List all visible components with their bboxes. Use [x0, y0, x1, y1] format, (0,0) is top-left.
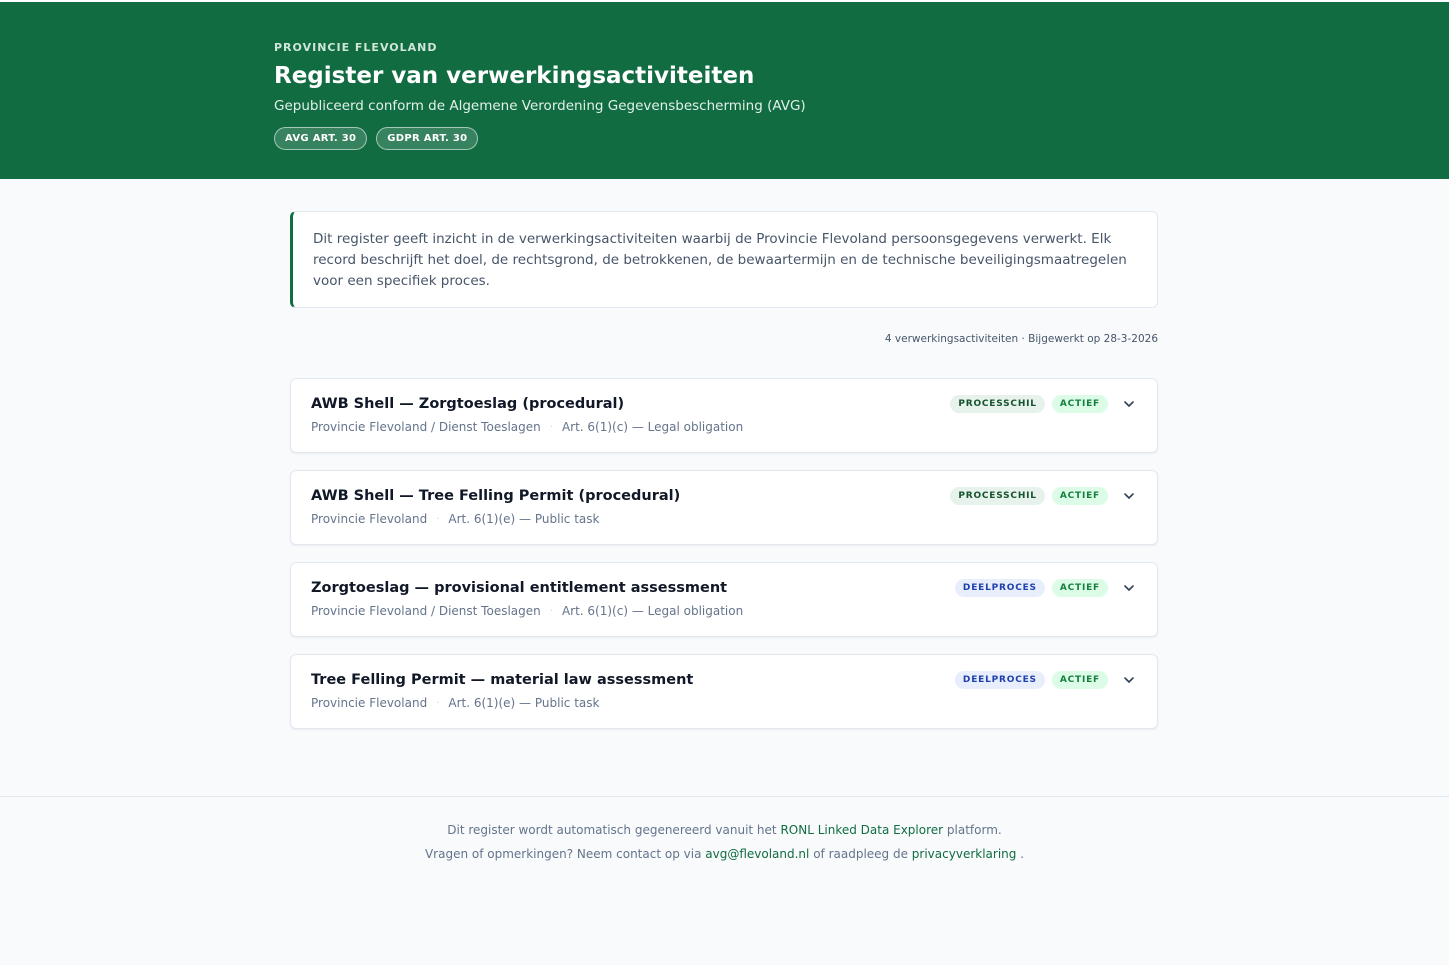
- activity-tags: PROCESSCHIL ACTIEF: [950, 487, 1137, 505]
- activity-title: AWB Shell — Zorgtoeslag (procedural): [311, 396, 625, 412]
- activity-subline: Provincie Flevoland / Dienst Toeslagen ·…: [311, 420, 743, 434]
- page-footer: Dit register wordt automatisch gegeneree…: [0, 796, 1449, 866]
- activity-subline: Provincie Flevoland / Dienst Toeslagen ·…: [311, 604, 743, 618]
- activity-subline: Provincie Flevoland · Art. 6(1)(e) — Pub…: [311, 696, 599, 710]
- header-content: PROVINCIE FLEVOLAND Register van verwerk…: [274, 41, 806, 150]
- organization-label: PROVINCIE FLEVOLAND: [274, 41, 438, 54]
- email-link[interactable]: avg@flevoland.nl: [705, 847, 809, 861]
- activity-organization: Provincie Flevoland: [311, 696, 428, 710]
- status-tag: ACTIEF: [1051, 487, 1108, 505]
- activity-legal-basis: Art. 6(1)(c) — Legal obligation: [561, 604, 744, 618]
- footer-text: of raadpleeg de: [809, 847, 912, 861]
- type-tag: DEELPROCES: [954, 671, 1045, 689]
- activity-tags: DEELPROCES ACTIEF: [954, 671, 1137, 689]
- platform-link[interactable]: RONL Linked Data Explorer: [780, 823, 943, 837]
- type-tag: PROCESSCHIL: [950, 395, 1045, 413]
- activity-legal-basis: Art. 6(1)(e) — Public task: [448, 696, 600, 710]
- activity-card[interactable]: AWB Shell — Tree Felling Permit (procedu…: [290, 470, 1158, 545]
- footer-text: Dit register wordt automatisch gegeneree…: [447, 823, 781, 837]
- activity-legal-basis: Art. 6(1)(e) — Public task: [448, 512, 600, 526]
- page-subtitle: Gepubliceerd conform de Algemene Verorde…: [274, 98, 806, 114]
- activity-organization: Provincie Flevoland / Dienst Toeslagen: [311, 604, 541, 618]
- type-tag: DEELPROCES: [954, 579, 1045, 597]
- activity-organization: Provincie Flevoland / Dienst Toeslagen: [311, 420, 541, 434]
- activity-card[interactable]: Tree Felling Permit — material law asses…: [290, 654, 1158, 729]
- chevron-down-icon[interactable]: [1121, 396, 1137, 412]
- header-badges: AVG ART. 30 GDPR ART. 30: [274, 127, 806, 150]
- activity-organization: Provincie Flevoland: [311, 512, 428, 526]
- status-tag: ACTIEF: [1051, 671, 1108, 689]
- activity-title: AWB Shell — Tree Felling Permit (procedu…: [311, 488, 681, 504]
- main-content: Dit register geeft inzicht in de verwerk…: [290, 211, 1158, 729]
- avg-badge: AVG ART. 30: [274, 127, 368, 150]
- activity-title: Tree Felling Permit — material law asses…: [311, 672, 694, 688]
- footer-line-contact: Vragen of opmerkingen? Neem contact op v…: [0, 842, 1449, 866]
- footer-text: .: [1016, 847, 1025, 861]
- activity-list: AWB Shell — Zorgtoeslag (procedural) Pro…: [290, 378, 1158, 729]
- status-tag: ACTIEF: [1051, 395, 1108, 413]
- chevron-down-icon[interactable]: [1121, 488, 1137, 504]
- footer-text: platform.: [943, 823, 1002, 837]
- separator-dot: ·: [549, 605, 553, 617]
- chevron-down-icon[interactable]: [1121, 580, 1137, 596]
- gdpr-badge: GDPR ART. 30: [376, 127, 479, 150]
- separator-dot: ·: [436, 697, 440, 709]
- privacy-link[interactable]: privacyverklaring: [912, 847, 1017, 861]
- activity-legal-basis: Art. 6(1)(c) — Legal obligation: [561, 420, 744, 434]
- page-title: Register van verwerkingsactiviteiten: [274, 63, 755, 89]
- separator-dot: ·: [436, 513, 440, 525]
- page-header: PROVINCIE FLEVOLAND Register van verwerk…: [0, 0, 1449, 179]
- chevron-down-icon[interactable]: [1121, 672, 1137, 688]
- intro-callout: Dit register geeft inzicht in de verwerk…: [290, 211, 1158, 308]
- footer-line-platform: Dit register wordt automatisch gegeneree…: [0, 818, 1449, 842]
- activity-title: Zorgtoeslag — provisional entitlement as…: [311, 580, 728, 596]
- activity-card[interactable]: Zorgtoeslag — provisional entitlement as…: [290, 562, 1158, 637]
- separator-dot: ·: [549, 421, 553, 433]
- activity-tags: PROCESSCHIL ACTIEF: [950, 395, 1137, 413]
- activity-card[interactable]: AWB Shell — Zorgtoeslag (procedural) Pro…: [290, 378, 1158, 453]
- status-tag: ACTIEF: [1051, 579, 1108, 597]
- activity-subline: Provincie Flevoland · Art. 6(1)(e) — Pub…: [311, 512, 599, 526]
- footer-text: Vragen of opmerkingen? Neem contact op v…: [424, 847, 706, 861]
- register-meta: 4 verwerkingsactiviteiten · Bijgewerkt o…: [884, 333, 1158, 345]
- activity-tags: DEELPROCES ACTIEF: [954, 579, 1137, 597]
- type-tag: PROCESSCHIL: [950, 487, 1045, 505]
